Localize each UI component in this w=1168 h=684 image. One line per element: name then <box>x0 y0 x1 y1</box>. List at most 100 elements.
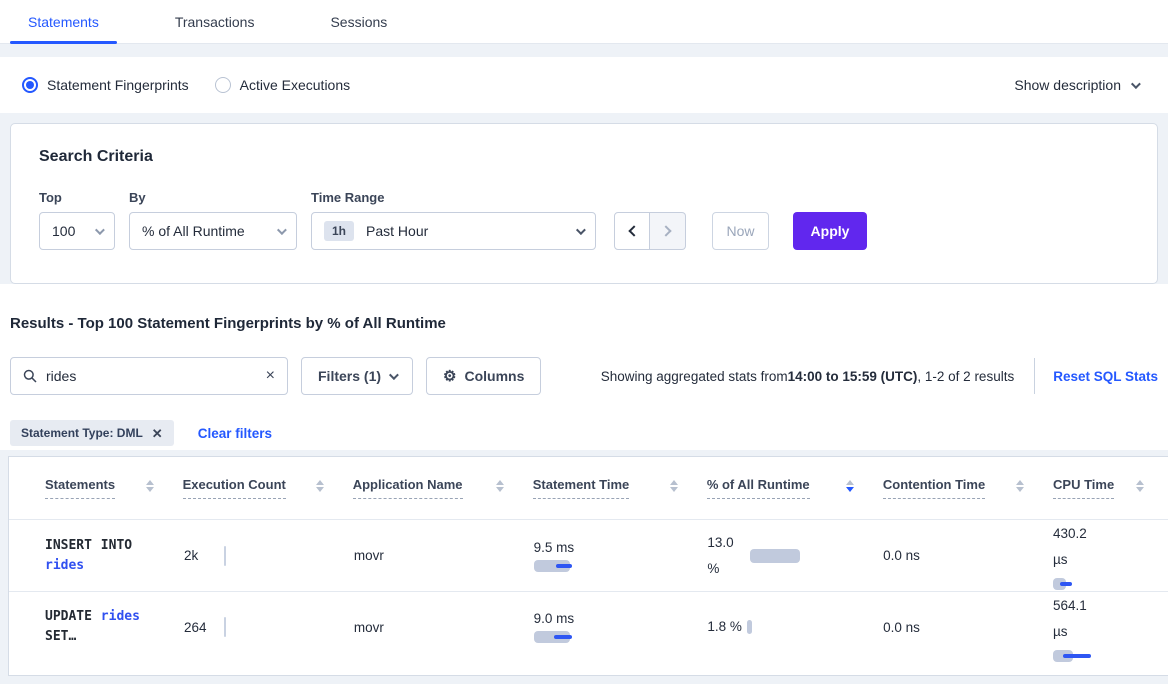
radio-unselected-icon <box>215 77 231 93</box>
time-range-field: Time Range 1h Past Hour <box>311 190 596 250</box>
col-header-contention-time[interactable]: Contention Time <box>878 457 1048 519</box>
apply-button[interactable]: Apply <box>793 212 867 250</box>
remove-filter-icon[interactable]: ✕ <box>152 427 163 440</box>
search-input[interactable] <box>46 368 266 384</box>
radio-selected-icon <box>22 77 38 93</box>
statement-time-cell: 9.0 ms <box>529 592 703 662</box>
tab-sessions[interactable]: Sessions <box>312 0 405 43</box>
active-filters-row: Statement Type: DML ✕ Clear filters <box>10 420 1158 446</box>
reset-sql-stats-link[interactable]: Reset SQL Stats <box>1053 369 1158 384</box>
columns-label: Columns <box>464 368 524 384</box>
col-header-label: Execution Count <box>183 477 286 499</box>
sort-icon[interactable] <box>846 480 854 496</box>
show-description-toggle[interactable]: Show description <box>1014 77 1138 93</box>
statement-time-value: 9.5 ms <box>534 540 575 555</box>
table-row: INSERT INTO rides 2k movr 9.5 ms <box>9 519 1168 591</box>
clear-search-icon[interactable]: × <box>266 368 275 384</box>
execution-count-value: 264 <box>184 620 218 635</box>
statement-link[interactable]: rides <box>45 558 84 573</box>
gear-icon: ⚙ <box>443 367 456 385</box>
results-toolbar: × Filters (1) ⚙ Columns Showing aggregat… <box>10 357 1158 395</box>
statement-keyword: UPDATE <box>45 609 92 624</box>
sort-icon[interactable] <box>1016 480 1024 496</box>
chevron-down-icon <box>1131 79 1141 89</box>
count-bar <box>224 546 226 566</box>
tab-transactions[interactable]: Transactions <box>157 0 273 43</box>
spacer <box>0 44 1168 57</box>
radio-statement-fingerprints[interactable]: Statement Fingerprints <box>22 77 189 93</box>
stats-suffix: , 1-2 of 2 results <box>917 369 1014 384</box>
cpu-time-cell: 564.1 µs <box>1048 592 1168 662</box>
statement-cell: INSERT INTO rides <box>9 520 179 591</box>
statements-table-wrapper: Statements Execution Count Application N… <box>0 450 1168 684</box>
application-name-value: movr <box>354 620 384 635</box>
sort-icon[interactable] <box>316 480 324 496</box>
sort-icon[interactable] <box>496 480 504 496</box>
col-header-runtime-pct[interactable]: % of All Runtime <box>702 457 878 519</box>
table-row: UPDATE rides SET… 264 movr 9.0 ms <box>9 591 1168 662</box>
cpu-time-value: 430.2 µs <box>1053 521 1099 573</box>
time-range-label: Time Range <box>311 190 596 205</box>
chevron-down-icon <box>389 370 399 380</box>
now-button[interactable]: Now <box>712 212 769 250</box>
tab-statements[interactable]: Statements <box>10 0 117 43</box>
clear-filters-link[interactable]: Clear filters <box>198 426 272 441</box>
col-header-statements[interactable]: Statements <box>9 457 178 519</box>
filters-button[interactable]: Filters (1) <box>301 357 413 395</box>
sort-icon[interactable] <box>1136 480 1144 496</box>
sort-icon[interactable] <box>146 480 154 496</box>
radio-active-executions[interactable]: Active Executions <box>215 77 351 93</box>
by-label: By <box>129 190 297 205</box>
sort-icon[interactable] <box>670 480 678 496</box>
runtime-pct-cell: 1.8 % <box>702 592 878 662</box>
col-header-cpu-time[interactable]: CPU Time <box>1048 457 1168 519</box>
execution-count-value: 2k <box>184 548 218 563</box>
show-description-label: Show description <box>1014 77 1121 93</box>
by-select[interactable]: % of All Runtime <box>129 212 297 250</box>
col-header-application-name[interactable]: Application Name <box>348 457 528 519</box>
time-pager <box>614 212 686 250</box>
by-field: By % of All Runtime <box>129 190 297 250</box>
contention-time-value: 0.0 ns <box>883 548 920 563</box>
next-time-button[interactable] <box>650 212 686 250</box>
time-range-select[interactable]: 1h Past Hour <box>311 212 596 250</box>
time-range-badge: 1h <box>324 221 354 241</box>
chevron-down-icon <box>95 225 105 235</box>
col-header-statement-time[interactable]: Statement Time <box>528 457 702 519</box>
application-name-value: movr <box>354 548 384 563</box>
results-heading: Results - Top 100 Statement Fingerprints… <box>10 284 1158 332</box>
sql-activity-tabbar: Statements Transactions Sessions <box>0 0 1168 44</box>
results-section: Results - Top 100 Statement Fingerprints… <box>0 284 1168 450</box>
time-range-value: Past Hour <box>366 223 428 239</box>
cpu-time-bar <box>1053 578 1099 590</box>
by-select-value: % of All Runtime <box>142 223 245 239</box>
previous-time-button[interactable] <box>614 212 650 250</box>
cpu-time-value: 564.1 µs <box>1053 593 1099 645</box>
chevron-right-icon <box>660 225 671 236</box>
statement-search-box: × <box>10 357 288 395</box>
aggregated-stats-text: Showing aggregated stats from 14:00 to 1… <box>601 369 1014 384</box>
filter-pill-label: Statement Type: DML <box>21 426 143 440</box>
columns-button[interactable]: ⚙ Columns <box>426 357 541 395</box>
table-header-row: Statements Execution Count Application N… <box>9 457 1168 519</box>
search-icon <box>23 369 37 383</box>
cpu-time-bar <box>1053 650 1099 662</box>
view-toggle-row: Statement Fingerprints Active Executions… <box>0 57 1168 113</box>
contention-time-cell: 0.0 ns <box>878 520 1048 591</box>
spacer <box>0 113 1168 123</box>
runtime-pct-cell: 13.0 % <box>702 520 878 591</box>
stats-range: 14:00 to 15:59 (UTC) <box>788 369 918 384</box>
tab-label: Sessions <box>330 14 387 30</box>
application-name-cell: movr <box>349 520 529 591</box>
col-header-label: Statement Time <box>533 477 630 499</box>
col-header-execution-count[interactable]: Execution Count <box>178 457 348 519</box>
top-select[interactable]: 100 <box>39 212 115 250</box>
col-header-label: CPU Time <box>1053 477 1114 499</box>
statement-link[interactable]: rides <box>101 609 140 624</box>
top-field: Top 100 <box>39 190 115 250</box>
chevron-down-icon <box>576 225 586 235</box>
chevron-left-icon <box>628 225 639 236</box>
cpu-time-cell: 430.2 µs <box>1048 520 1168 591</box>
statements-table: Statements Execution Count Application N… <box>8 456 1168 676</box>
execution-count-cell: 2k <box>179 520 349 591</box>
